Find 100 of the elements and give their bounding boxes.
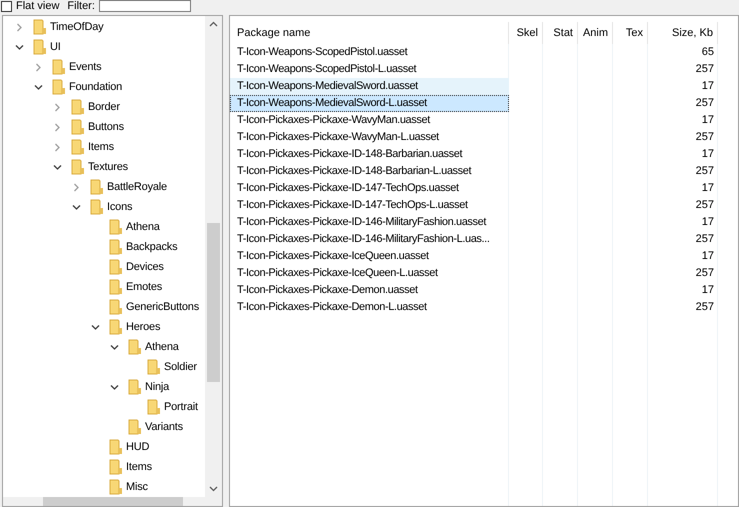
folder-icon: [128, 379, 142, 395]
tree-item[interactable]: Ninja: [145, 380, 170, 394]
folder-icon: [33, 39, 47, 55]
file-name-cell[interactable]: T-Icon-Weapons-MedievalSword.uasset: [230, 78, 509, 95]
column-header[interactable]: Package name: [230, 22, 509, 44]
chevron-down-icon[interactable]: [34, 82, 42, 92]
tree-item[interactable]: Misc: [126, 480, 148, 494]
chevron-right-icon[interactable]: [34, 62, 42, 72]
folder-icon: [147, 359, 161, 375]
chevron-down-icon[interactable]: [52, 162, 62, 172]
filter-label: Filter:: [67, 1, 95, 12]
chevron-down-icon[interactable]: [110, 342, 118, 352]
folder-icon: [109, 319, 123, 335]
chevron-down-icon[interactable]: [110, 382, 118, 392]
file-name-cell[interactable]: T-Icon-Weapons-ScopedPistol.uasset: [230, 44, 509, 61]
column-header[interactable]: Skel: [509, 22, 543, 44]
folder-icon: [90, 179, 104, 195]
size-cell-text: 257: [694, 300, 715, 316]
folder-icon: [71, 139, 85, 155]
file-name-cell[interactable]: T-Icon-Pickaxes-Pickaxe-ID-146-MilitaryFashion.uasset: [230, 214, 509, 231]
tree-item[interactable]: TimeOfDay: [50, 20, 104, 34]
folder-icon: [52, 59, 66, 75]
size-cell-text: 257: [694, 198, 715, 214]
scrollbar-thumb[interactable]: [207, 223, 220, 382]
file-name-cell[interactable]: T-Icon-Pickaxes-Pickaxe-Demon-L.uasset: [230, 299, 509, 316]
tree-item[interactable]: Backpacks: [126, 240, 178, 254]
file-name-cell[interactable]: T-Icon-Pickaxes-Pickaxe-IceQueen.uasset: [230, 248, 509, 265]
size-cell-text: 257: [694, 130, 715, 146]
file-name-cell[interactable]: T-Icon-Pickaxes-Pickaxe-ID-146-MilitaryFashion-L.uas...: [230, 231, 509, 248]
tree-item[interactable]: UI: [50, 40, 61, 54]
tree-item[interactable]: Buttons: [88, 120, 124, 134]
folder-icon: [52, 79, 66, 95]
chevron-right-icon[interactable]: [52, 102, 62, 112]
folder-icon: [109, 459, 123, 475]
flat-view-checkbox[interactable]: [1, 1, 12, 12]
folder-icon: [109, 239, 123, 255]
vertical-scrollbar[interactable]: [205, 16, 222, 497]
folder-icon: [109, 259, 123, 275]
file-name-cell[interactable]: T-Icon-Weapons-MedievalSword-L.uasset: [230, 95, 509, 112]
tree-item[interactable]: Textures: [88, 160, 128, 174]
chevron-right-icon[interactable]: [52, 122, 62, 132]
file-name-cell[interactable]: T-Icon-Pickaxes-Pickaxe-Demon.uasset: [230, 282, 509, 299]
folder-icon: [90, 199, 104, 215]
folder-icon: [109, 299, 123, 315]
tree-item[interactable]: Heroes: [126, 320, 160, 334]
size-cell-text: 257: [694, 62, 715, 78]
file-name-cell[interactable]: T-Icon-Weapons-ScopedPistol-L.uasset: [230, 61, 509, 78]
column-header[interactable]: Tex: [613, 22, 648, 44]
folder-icon: [128, 419, 142, 435]
size-cell-text: 17: [700, 283, 715, 298]
tree-item[interactable]: Border: [88, 100, 120, 114]
file-name-cell[interactable]: T-Icon-Pickaxes-Pickaxe-ID-147-TechOps.uasset: [230, 180, 509, 197]
filter-input-field[interactable]: [98, 0, 191, 12]
tree-item[interactable]: Items: [126, 460, 152, 474]
tree-item[interactable]: Devices: [126, 260, 164, 274]
folder-icon: [109, 279, 123, 295]
file-name-cell[interactable]: T-Icon-Pickaxes-Pickaxe-ID-148-Barbarian.uasset: [230, 146, 509, 163]
chevron-down-icon[interactable]: [72, 202, 80, 212]
tree-item[interactable]: HUD: [126, 440, 150, 454]
tree-item[interactable]: Items: [88, 140, 114, 154]
file-name-cell[interactable]: T-Icon-Pickaxes-Pickaxe-WavyMan-L.uasset: [230, 129, 509, 146]
file-name-cell[interactable]: T-Icon-Pickaxes-Pickaxe-WavyMan.uasset: [230, 112, 509, 129]
tree-item[interactable]: BattleRoyale: [107, 180, 167, 194]
tree-item[interactable]: Athena: [126, 220, 160, 234]
chevron-down-icon[interactable]: [14, 42, 24, 52]
file-name-cell[interactable]: T-Icon-Pickaxes-Pickaxe-ID-147-TechOps-L.uasset: [230, 197, 509, 214]
size-cell-text: 17: [700, 147, 715, 162]
size-cell-text: 17: [700, 181, 715, 196]
size-cell-text: 17: [700, 79, 715, 94]
folder-icon: [147, 399, 161, 415]
tree-item[interactable]: Portrait: [164, 400, 198, 414]
folder-icon: [71, 119, 85, 135]
chevron-right-icon[interactable]: [52, 142, 62, 152]
column-header[interactable]: Size, Kb: [648, 22, 718, 44]
column-header[interactable]: Stat: [543, 22, 578, 44]
folder-icon: [109, 219, 123, 235]
size-cell-text: 257: [694, 164, 715, 180]
tree-item[interactable]: Icons: [107, 200, 132, 214]
tree-item[interactable]: GenericButtons: [126, 300, 200, 314]
folder-icon: [109, 479, 123, 495]
tree-item[interactable]: Emotes: [126, 280, 162, 294]
tree-item[interactable]: Soldier: [164, 360, 197, 374]
chevron-right-icon[interactable]: [14, 22, 24, 32]
folder-icon: [109, 439, 123, 455]
column-header[interactable]: Anim: [578, 22, 613, 44]
file-name-cell[interactable]: T-Icon-Pickaxes-Pickaxe-ID-148-Barbarian-L.uasset: [230, 163, 509, 180]
horizontal-scrollbar[interactable]: [3, 497, 222, 506]
size-cell-text: 17: [700, 113, 715, 128]
size-cell-text: 17: [700, 249, 715, 264]
flat-view-label: Flat view: [16, 1, 60, 12]
tree-item[interactable]: Foundation: [69, 80, 122, 94]
file-name-cell[interactable]: T-Icon-Pickaxes-Pickaxe-IceQueen-L.uasset: [230, 265, 509, 282]
chevron-right-icon[interactable]: [72, 182, 80, 192]
tree-item[interactable]: Events: [69, 60, 102, 74]
chevron-down-icon[interactable]: [90, 322, 100, 332]
scrollbar-thumb[interactable]: [43, 497, 183, 506]
tree-item[interactable]: Athena: [145, 340, 179, 354]
size-cell-text: 257: [694, 232, 715, 248]
tree-item[interactable]: Variants: [145, 420, 183, 434]
folder-icon: [71, 99, 85, 115]
